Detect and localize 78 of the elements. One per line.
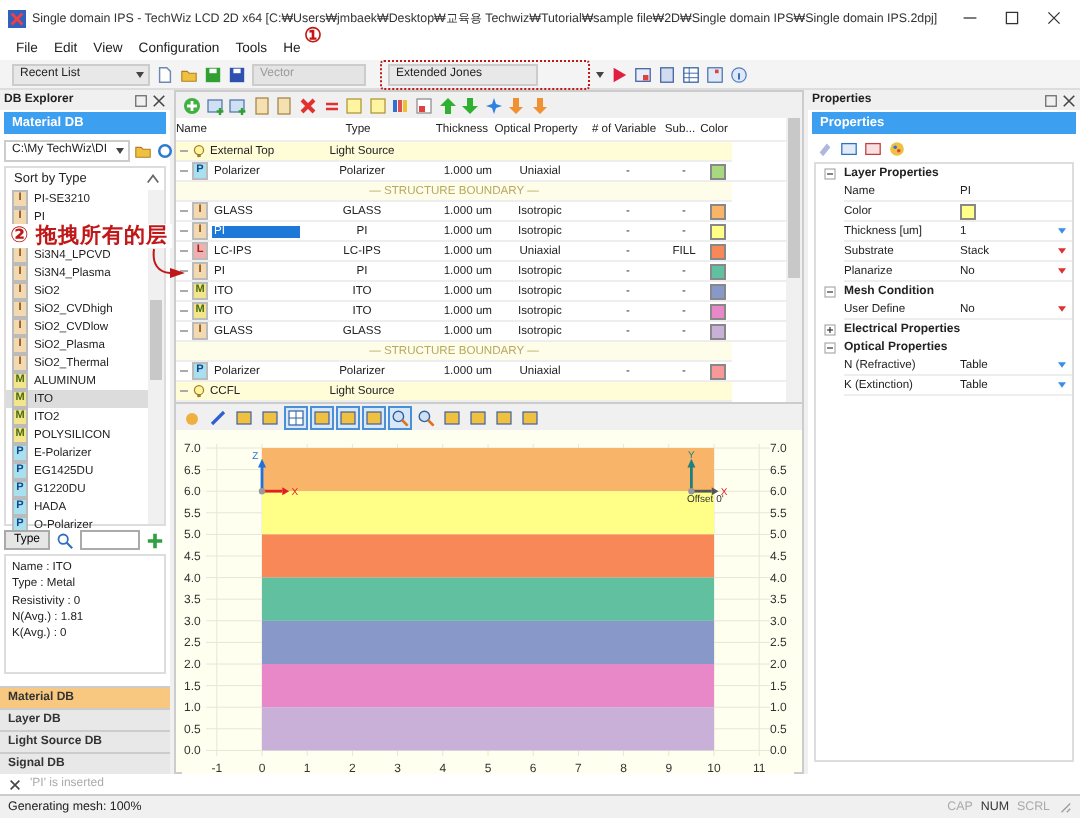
close-icon[interactable] [1046, 10, 1062, 26]
dropdown-arrow-icon[interactable] [1058, 362, 1066, 368]
palette-icon[interactable] [888, 140, 906, 158]
dropdown-arrow-icon[interactable] [1058, 228, 1066, 234]
search-field[interactable] [80, 530, 141, 550]
search-icon[interactable] [56, 531, 75, 549]
chart-icon[interactable] [706, 65, 724, 83]
window-icon[interactable] [840, 140, 858, 158]
curved-arrow-icon [152, 248, 186, 280]
collapse-icon[interactable] [824, 285, 836, 297]
arrow-icon[interactable] [506, 95, 527, 115]
grid-icon[interactable] [682, 65, 700, 83]
document-icon[interactable] [658, 65, 676, 83]
caret-icon[interactable] [596, 71, 604, 77]
app-icon [8, 9, 26, 27]
dropdown-arrow-icon[interactable] [1058, 248, 1066, 254]
scroll-up-icon[interactable] [146, 172, 160, 186]
resize-grip-icon [1058, 800, 1072, 814]
refresh-icon[interactable] [155, 142, 174, 160]
collapse-icon[interactable] [824, 341, 836, 353]
color-swatch[interactable] [710, 363, 726, 379]
save-icon[interactable] [204, 65, 222, 83]
color-swatch[interactable] [710, 163, 726, 179]
bars-icon[interactable] [390, 95, 411, 115]
delete-icon[interactable] [297, 95, 318, 115]
maximize-icon[interactable] [1004, 10, 1020, 26]
color-swatch[interactable] [960, 203, 976, 219]
arrow-down-icon[interactable] [460, 95, 481, 115]
color-swatch[interactable] [710, 223, 726, 239]
axis-gizmo[interactable] [687, 458, 719, 496]
save-icon[interactable] [228, 65, 246, 83]
pin-icon[interactable] [1044, 93, 1058, 107]
chart-icon[interactable] [864, 140, 882, 158]
light-bulb-icon [192, 384, 206, 398]
document-icon[interactable] [274, 95, 295, 115]
folder-icon[interactable] [133, 142, 152, 160]
plus-icon[interactable] [182, 95, 202, 115]
collapse-icon[interactable] [824, 167, 836, 179]
color-swatch[interactable] [710, 203, 726, 219]
color-swatch[interactable] [710, 243, 726, 259]
close-icon[interactable] [8, 777, 22, 791]
step-number-marker: ① [304, 28, 322, 48]
chart-icon[interactable] [413, 95, 434, 115]
dropdown-arrow-icon[interactable] [1058, 268, 1066, 274]
note-icon[interactable] [344, 95, 365, 115]
expand-icon[interactable] [824, 323, 836, 335]
folder-icon[interactable] [180, 65, 198, 83]
pen-icon[interactable] [208, 407, 228, 427]
pin-icon[interactable] [134, 93, 148, 107]
color-swatch[interactable] [710, 303, 726, 319]
arrow-icon[interactable] [529, 95, 550, 115]
info-icon[interactable] [730, 65, 748, 83]
light-bulb-icon [192, 144, 206, 158]
grid-icon[interactable] [286, 407, 306, 427]
add-layer-icon[interactable] [228, 95, 249, 115]
zoom-icon[interactable] [416, 407, 436, 427]
color-swatch[interactable] [710, 263, 726, 279]
eraser-icon[interactable] [816, 140, 834, 158]
axis-gizmo[interactable] [258, 458, 290, 496]
note-icon[interactable] [367, 95, 388, 115]
play-icon[interactable] [610, 65, 628, 83]
caret-icon [115, 148, 124, 154]
window-icon[interactable] [634, 65, 652, 83]
close-icon[interactable] [152, 93, 166, 107]
arrow-up-icon[interactable] [437, 95, 458, 115]
dropdown-arrow-icon[interactable] [1058, 306, 1066, 312]
add-layer-icon[interactable] [205, 95, 226, 115]
color-swatch[interactable] [710, 323, 726, 339]
color-swatch[interactable] [710, 283, 726, 299]
close-icon[interactable] [1062, 93, 1076, 107]
document-icon[interactable] [251, 95, 272, 115]
zoom-icon[interactable] [390, 407, 410, 427]
dropdown-arrow-icon[interactable] [1058, 382, 1066, 388]
new-document-icon[interactable] [156, 65, 174, 83]
star-icon[interactable] [483, 95, 504, 115]
caret-icon [136, 71, 144, 77]
add-icon[interactable] [146, 531, 165, 549]
drag-annotation: ② 拖拽所有的层 [6, 224, 172, 247]
